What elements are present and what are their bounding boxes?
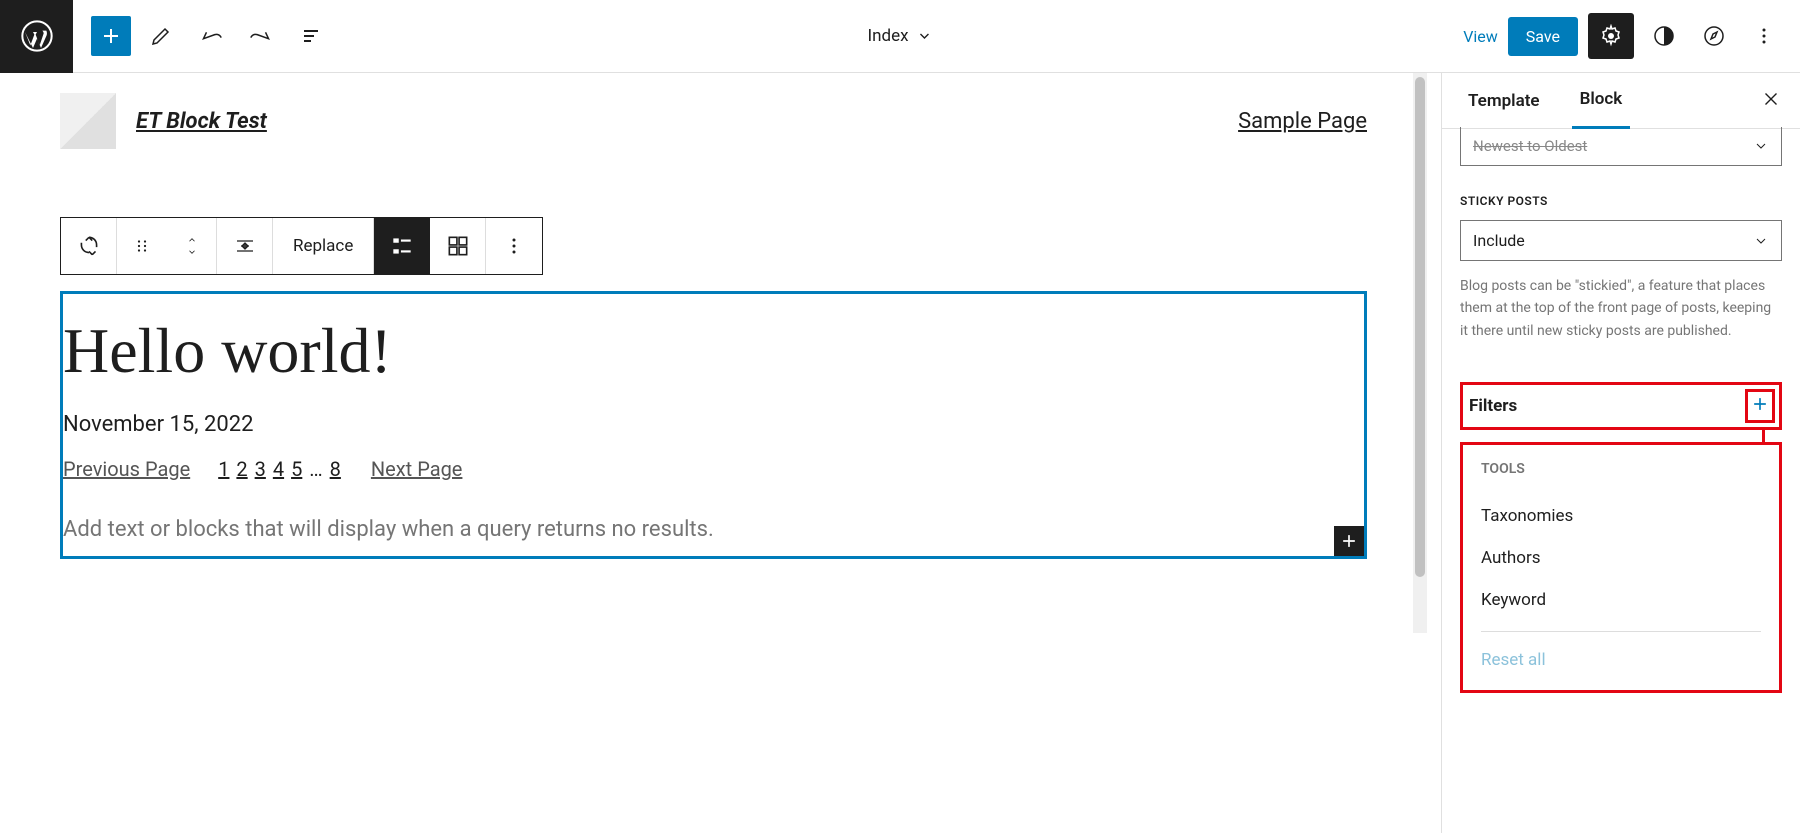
gear-icon: [1599, 24, 1623, 48]
site-title[interactable]: ET Block Test: [136, 109, 267, 134]
save-button[interactable]: Save: [1508, 17, 1578, 56]
order-select[interactable]: Newest to Oldest: [1460, 127, 1782, 166]
previous-page-link[interactable]: Previous Page: [63, 457, 190, 481]
scrollbar[interactable]: [1413, 73, 1427, 633]
more-vertical-icon: [1752, 24, 1776, 48]
tab-block[interactable]: Block: [1572, 73, 1631, 129]
grid-layout-button[interactable]: [430, 218, 486, 274]
filter-taxonomies[interactable]: Taxonomies: [1481, 495, 1761, 537]
page-header: ET Block Test Sample Page: [60, 73, 1367, 169]
plus-icon: [1750, 394, 1770, 414]
drag-icon: [133, 237, 151, 255]
grid-layout-icon: [445, 233, 471, 259]
reset-all-link[interactable]: Reset all: [1481, 642, 1761, 678]
filters-panel-header[interactable]: Filters: [1460, 382, 1782, 430]
more-vertical-icon: [502, 234, 526, 258]
block-more-button[interactable]: [486, 218, 542, 274]
add-block-button[interactable]: [91, 16, 131, 56]
tools-label: TOOLS: [1481, 461, 1761, 477]
page-num[interactable]: 8: [330, 457, 341, 481]
drag-handle[interactable]: [117, 218, 167, 274]
add-inner-block-button[interactable]: [1334, 526, 1364, 556]
redo-icon: [249, 24, 273, 48]
next-page-link[interactable]: Next Page: [371, 457, 463, 481]
close-icon: [1760, 88, 1782, 110]
list-layout-button[interactable]: [374, 218, 430, 274]
sticky-help-text: Blog posts can be "stickied", a feature …: [1460, 275, 1782, 342]
list-view-button[interactable]: [291, 16, 331, 56]
editor-canvas: ET Block Test Sample Page Replace: [0, 73, 1427, 833]
block-toolbar: Replace: [60, 217, 543, 275]
view-link[interactable]: View: [1463, 27, 1498, 46]
post-title[interactable]: Hello world!: [63, 314, 1364, 388]
sticky-posts-value: Include: [1473, 231, 1525, 250]
filters-tools-popup: TOOLS Taxonomies Authors Keyword Reset a…: [1460, 442, 1782, 693]
page-num[interactable]: 5: [291, 457, 302, 481]
post-date: November 15, 2022: [63, 412, 1364, 437]
query-loop-block[interactable]: Hello world! November 15, 2022 Previous …: [60, 291, 1367, 559]
sidebar-body: Newest to Oldest STICKY POSTS Include Bl…: [1442, 127, 1800, 711]
chevron-down-icon: [1753, 138, 1769, 154]
page-num[interactable]: 1: [218, 457, 229, 481]
document-title[interactable]: Index: [867, 26, 932, 46]
block-type-button[interactable]: [61, 218, 117, 274]
page-ellipsis: …: [309, 457, 322, 481]
align-icon: [233, 234, 257, 258]
chevron-down-icon: [917, 28, 933, 44]
move-handle[interactable]: [167, 218, 217, 274]
sticky-posts-select[interactable]: Include: [1460, 220, 1782, 261]
undo-icon: [199, 24, 223, 48]
settings-sidebar: Template Block Newest to Oldest STICKY P…: [1441, 73, 1800, 833]
pencil-icon: [149, 24, 173, 48]
more-menu-button[interactable]: [1744, 16, 1784, 56]
settings-button[interactable]: [1588, 13, 1634, 59]
close-sidebar-button[interactable]: [1760, 88, 1782, 114]
sidebar-tabs: Template Block: [1442, 73, 1800, 129]
loop-icon: [76, 233, 102, 259]
site-logo-placeholder[interactable]: [60, 93, 116, 149]
toolbar-left: [73, 16, 349, 56]
document-title-text: Index: [867, 26, 908, 46]
undo-button[interactable]: [191, 16, 231, 56]
chevron-down-icon: [185, 247, 199, 257]
header-left: ET Block Test: [60, 93, 267, 149]
add-filter-button[interactable]: [1745, 389, 1775, 423]
topbar: Index View Save: [0, 0, 1800, 73]
no-results-placeholder[interactable]: Add text or blocks that will display whe…: [63, 517, 1364, 542]
plus-icon: [1339, 531, 1359, 551]
order-select-value: Newest to Oldest: [1473, 137, 1587, 155]
pagination: Previous Page 1 2 3 4 5 … 8 Next Page: [63, 457, 1364, 481]
filter-authors[interactable]: Authors: [1481, 537, 1761, 579]
page-num[interactable]: 4: [273, 457, 284, 481]
styles-button[interactable]: [1644, 16, 1684, 56]
callout-connector: [1762, 430, 1765, 445]
list-icon: [299, 24, 323, 48]
wordpress-logo[interactable]: [0, 0, 73, 73]
filters-title: Filters: [1469, 396, 1517, 416]
chevron-up-icon: [185, 235, 199, 245]
nav-link-sample[interactable]: Sample Page: [1238, 109, 1367, 134]
redo-button[interactable]: [241, 16, 281, 56]
contrast-icon: [1652, 24, 1676, 48]
compass-icon: [1702, 24, 1726, 48]
sticky-posts-label: STICKY POSTS: [1460, 194, 1782, 208]
page-numbers[interactable]: 1 2 3 4 5 … 8: [218, 457, 343, 481]
navigation-button[interactable]: [1694, 16, 1734, 56]
tab-template[interactable]: Template: [1460, 73, 1548, 129]
toolbar-right: View Save: [1463, 13, 1800, 59]
page-num[interactable]: 3: [255, 457, 266, 481]
page-num[interactable]: 2: [236, 457, 247, 481]
divider: [1481, 631, 1761, 632]
align-button[interactable]: [217, 218, 273, 274]
replace-button[interactable]: Replace: [273, 218, 374, 274]
filter-keyword[interactable]: Keyword: [1481, 579, 1761, 621]
list-layout-icon: [389, 233, 415, 259]
plus-icon: [99, 24, 123, 48]
chevron-down-icon: [1753, 233, 1769, 249]
wordpress-icon: [21, 20, 53, 52]
edit-mode-button[interactable]: [141, 16, 181, 56]
